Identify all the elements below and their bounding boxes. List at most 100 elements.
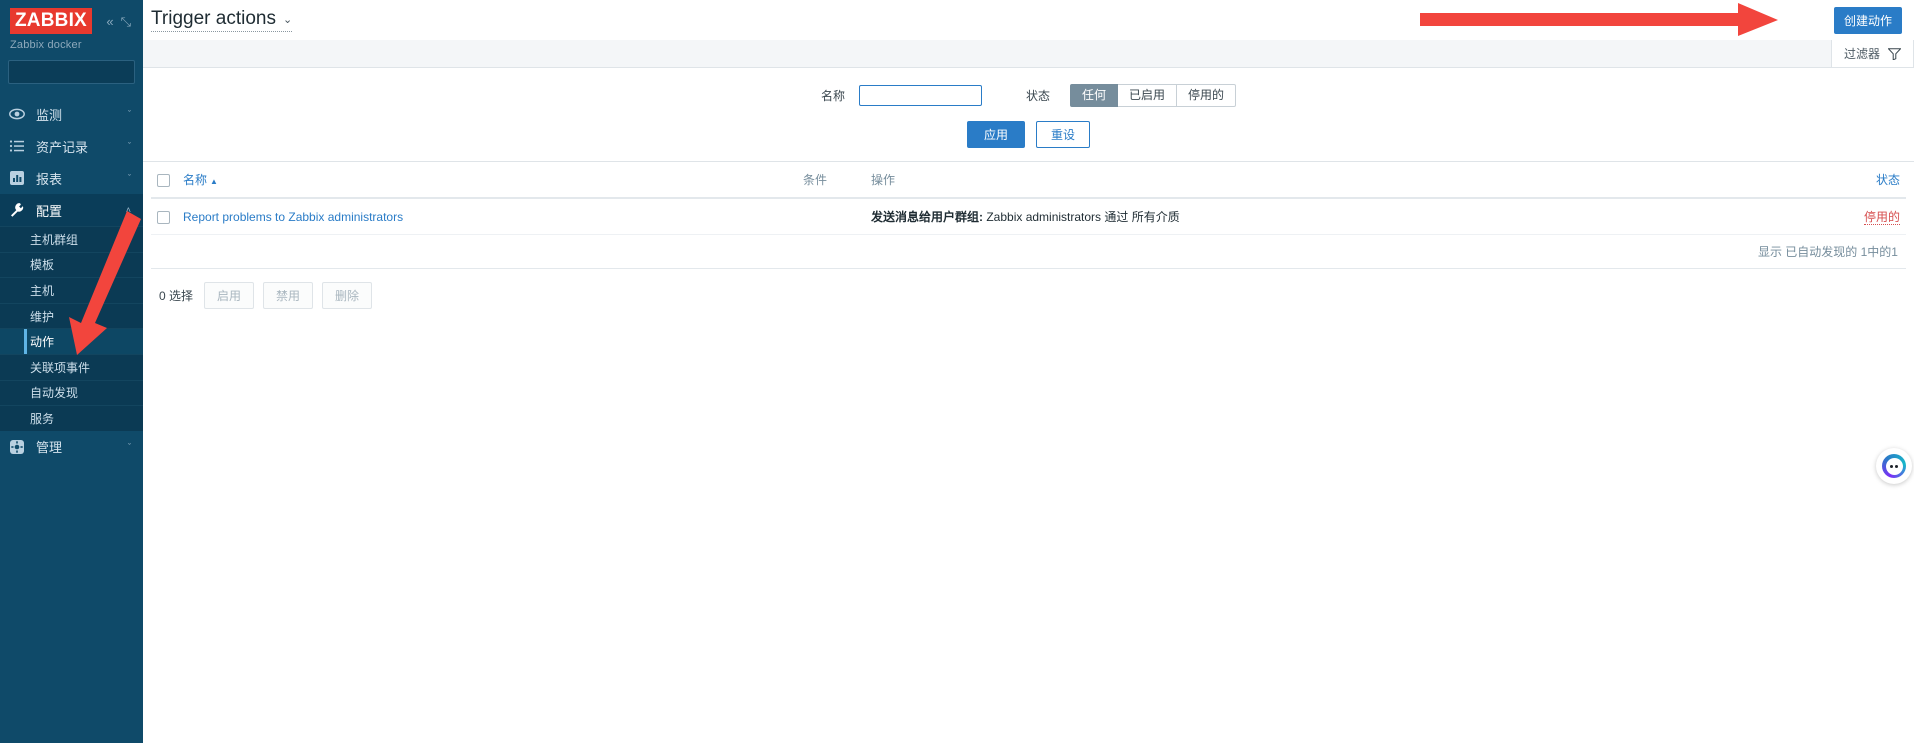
row-operations-cell: 发送消息给用户群组: Zabbix administrators 通过 所有介质 [865, 198, 1605, 235]
sub-item-label: 主机 [30, 283, 55, 298]
zabbix-logo: ZABBIX [10, 8, 92, 34]
chevron-down-icon: ˇ [128, 441, 131, 452]
chevron-down-icon: ˇ [128, 173, 131, 183]
results-count: 显示 已自动发现的 1中的1 [151, 235, 1906, 269]
status-option-any[interactable]: 任何 [1069, 84, 1118, 107]
reset-filter-button[interactable]: 重设 [1036, 121, 1091, 148]
sort-by-status-link[interactable]: 状态 [1876, 173, 1900, 187]
assistant-face [1885, 457, 1903, 475]
filter-tab[interactable]: 过滤器 [1830, 40, 1914, 67]
sidebar-item-host-groups[interactable]: 主机群组 [0, 226, 143, 252]
sidebar-item-actions[interactable]: 动作 [0, 328, 143, 354]
filter-funnel-icon [1888, 47, 1901, 60]
sidebar-header: ZABBIX « ⤡ [0, 0, 143, 34]
delete-button[interactable]: 删除 [322, 282, 373, 309]
expand-sidebar-icon[interactable]: ⤡ [121, 15, 131, 28]
sidebar-item-inventory[interactable]: 资产记录 ˇ [0, 130, 143, 162]
chevron-down-icon: ˇ [128, 109, 131, 119]
bulk-actions-bar: 0 选择 启用 禁用 删除 [151, 269, 1906, 309]
sidebar-item-label: 配置 [36, 203, 63, 219]
filter-row-buttons: 应用 重设 [143, 121, 1914, 148]
select-all-header [151, 162, 177, 199]
status-option-enabled[interactable]: 已启用 [1118, 84, 1178, 107]
disable-button[interactable]: 禁用 [263, 282, 314, 309]
floating-assistant-widget[interactable] [1876, 448, 1912, 484]
select-all-checkbox[interactable] [157, 173, 170, 187]
column-header-operations: 操作 [865, 162, 1605, 199]
status-filter-label: 状态 [1025, 89, 1050, 103]
sub-item-label: 自动发现 [30, 386, 79, 401]
server-name-label: Zabbix docker [10, 39, 82, 51]
filter-panel: 名称 状态 任何 已启用 停用的 应用 重设 [143, 68, 1914, 162]
page-title-text: Trigger actions [151, 8, 276, 29]
sidebar-item-discovery[interactable]: 自动发现 [0, 379, 143, 406]
collapse-sidebar-icon[interactable]: « [106, 15, 113, 28]
row-select-cell [151, 198, 177, 235]
sub-item-label: 关联项事件 [30, 360, 91, 375]
sidebar-item-templates[interactable]: 模板 [0, 251, 143, 278]
sub-item-label: 动作 [30, 335, 55, 350]
sidebar-item-monitoring[interactable]: 监测 ˇ [0, 98, 143, 130]
sub-item-label: 模板 [30, 258, 55, 273]
action-name-link[interactable]: Report problems to Zabbix administrators [183, 210, 403, 224]
sidebar-item-label: 监测 [36, 107, 63, 123]
configuration-submenu: 主机群组 模板 主机 维护 动作 关联项事件 自动发现 服务 [0, 226, 143, 431]
sidebar-nav: 监测 ˇ 资产记录 ˇ 报表 ˇ 配置 ˄ 主机群组 模板 主机 维护 动作 关… [0, 98, 143, 463]
table-row: Report problems to Zabbix administrators… [151, 198, 1906, 235]
assistant-ring [1882, 454, 1906, 478]
assistant-eye-right [1895, 464, 1898, 468]
sidebar-item-administration[interactable]: 管理 ˇ [0, 431, 143, 463]
assistant-eye-left [1890, 464, 1893, 468]
gear-icon [9, 439, 31, 455]
operation-value: Zabbix administrators 通过 所有介质 [986, 210, 1180, 224]
page-toolbar: Trigger actions ⌄ 创建动作 [143, 0, 1914, 40]
status-option-disabled[interactable]: 停用的 [1177, 84, 1237, 107]
actions-table: 名称 ▲ 条件 操作 状态 Report problems to Zabbix a… [151, 162, 1906, 235]
sub-item-label: 主机群组 [30, 232, 79, 247]
name-filter-input[interactable] [858, 85, 982, 106]
chevron-down-icon: ⌄ [282, 13, 293, 26]
selected-count-label: 0 选择 [159, 289, 194, 303]
list-icon [9, 138, 31, 154]
filter-tab-label: 过滤器 [1843, 47, 1880, 61]
sub-item-label: 维护 [30, 309, 55, 324]
sidebar-search[interactable] [8, 60, 168, 84]
page-title[interactable]: Trigger actions ⌄ [151, 8, 293, 32]
create-action-button[interactable]: 创建动作 [1833, 6, 1902, 34]
row-status-cell: 停用的 [1605, 198, 1906, 235]
status-badge[interactable]: 停用的 [1863, 210, 1900, 225]
status-filter-radio-group: 任何 已启用 停用的 [1069, 84, 1237, 107]
row-name-cell: Report problems to Zabbix administrators [177, 198, 797, 235]
chevron-up-icon: ˄ [125, 205, 131, 215]
row-checkbox[interactable] [157, 210, 170, 224]
column-label: 名称 [183, 173, 208, 187]
sidebar-item-hosts[interactable]: 主机 [0, 277, 143, 303]
wrench-icon [9, 202, 31, 218]
operation-label: 发送消息给用户群组: [871, 210, 983, 224]
sort-ascending-icon: ▲ [210, 177, 218, 186]
chart-icon [9, 170, 31, 186]
sidebar-item-reports[interactable]: 报表 ˇ [0, 162, 143, 194]
sidebar: ZABBIX « ⤡ Zabbix docker 监测 ˇ 资产记录 ˇ 报表 … [0, 0, 168, 743]
column-header-name: 名称 ▲ [177, 162, 797, 199]
sidebar-item-label: 管理 [36, 440, 63, 456]
sidebar-item-maintenance[interactable]: 维护 [0, 302, 143, 329]
sidebar-item-configuration[interactable]: 配置 ˄ [0, 194, 143, 226]
row-conditions-cell [797, 198, 865, 235]
sidebar-item-services[interactable]: 服务 [0, 405, 143, 431]
filter-tab-bar: 过滤器 [143, 40, 1914, 68]
filter-row-primary: 名称 状态 任何 已启用 停用的 [143, 84, 1914, 107]
eye-icon [9, 106, 31, 122]
actions-table-container: 名称 ▲ 条件 操作 状态 Report problems to Zabbix a… [143, 162, 1914, 309]
sub-item-label: 服务 [30, 411, 55, 426]
sidebar-item-correlation[interactable]: 关联项事件 [0, 353, 143, 380]
column-header-status: 状态 [1605, 162, 1906, 199]
apply-filter-button[interactable]: 应用 [966, 121, 1025, 148]
sidebar-item-label: 报表 [36, 171, 63, 187]
sidebar-item-label: 资产记录 [36, 139, 89, 155]
search-input[interactable] [15, 66, 157, 78]
sidebar-header-icons: « ⤡ [106, 15, 133, 28]
sort-by-name-link[interactable]: 名称 ▲ [183, 173, 218, 187]
chevron-down-icon: ˇ [128, 141, 131, 151]
enable-button[interactable]: 启用 [204, 282, 255, 309]
